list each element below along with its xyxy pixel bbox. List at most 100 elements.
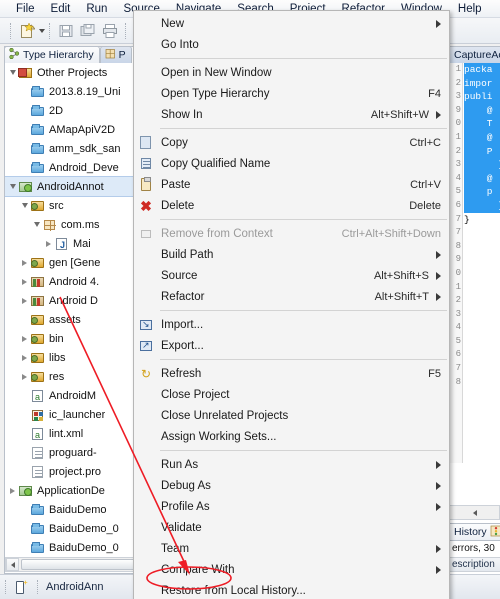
menu-item-delete[interactable]: ✖ Delete Delete	[134, 195, 449, 216]
project-tree[interactable]: Other Projects 2013.8.19_Uni 2D AMapApiV2D a…	[5, 63, 146, 557]
tree-item[interactable]: amm_sdk_san	[5, 139, 146, 158]
menu-run[interactable]: Run	[78, 0, 115, 18]
chevron-down-icon[interactable]	[39, 28, 45, 33]
expand-arrow-icon[interactable]	[19, 335, 30, 342]
menu-item-new[interactable]: New	[134, 13, 449, 34]
line-number: 8	[455, 240, 461, 251]
menu-help[interactable]: Help	[450, 0, 490, 18]
code-line: impor	[464, 76, 500, 91]
code-line: publi	[464, 90, 500, 104]
menu-item-restore-from-local-history[interactable]: Restore from Local History...	[134, 580, 449, 599]
menu-item-copy-qualified-name[interactable]: Copy Qualified Name	[134, 153, 449, 174]
tree-item[interactable]: Android_Deve	[5, 158, 146, 177]
menu-item-close-project[interactable]: Close Project	[134, 384, 449, 405]
tree-item[interactable]: 2D	[5, 101, 146, 120]
menu-item-refresh[interactable]: ↻ Refresh F5	[134, 363, 449, 384]
tree-item[interactable]: src	[5, 196, 146, 215]
tree-item[interactable]: 2013.8.19_Uni	[5, 82, 146, 101]
print-icon[interactable]	[100, 21, 120, 41]
tree-horizontal-scrollbar[interactable]	[5, 557, 146, 572]
tree-item[interactable]: Android 4.	[5, 272, 146, 291]
tree-item[interactable]: libs	[5, 348, 146, 367]
context-menu[interactable]: New Go Into Open in New Window Open Type Hi…	[133, 10, 450, 599]
tree-item[interactable]: proguard-	[5, 443, 146, 462]
scroll-left-icon[interactable]	[6, 558, 19, 571]
tree-item[interactable]: lint.xml	[5, 424, 146, 443]
expand-arrow-icon[interactable]	[7, 487, 18, 494]
tree-item[interactable]: AndroidAnnot	[5, 176, 146, 197]
new-icon[interactable]	[17, 21, 37, 41]
menu-item-copy[interactable]: Copy Ctrl+C	[134, 132, 449, 153]
tree-item[interactable]: com.ms	[5, 215, 146, 234]
collapse-arrow-icon[interactable]	[7, 70, 18, 75]
menu-item-label: Copy	[161, 136, 188, 149]
menu-item-run-as[interactable]: Run As	[134, 454, 449, 475]
menu-item-profile-as[interactable]: Profile As	[134, 496, 449, 517]
menu-item-assign-working-sets[interactable]: Assign Working Sets...	[134, 426, 449, 447]
expand-arrow-icon[interactable]	[19, 354, 30, 361]
menu-edit[interactable]: Edit	[43, 0, 79, 18]
collapse-arrow-icon[interactable]	[31, 222, 42, 227]
menu-item-show-in[interactable]: Show In Alt+Shift+W	[134, 104, 449, 125]
tree-item[interactable]: ic_launcher	[5, 405, 146, 424]
tab-type-hierarchy[interactable]: Type Hierarchy	[4, 46, 100, 63]
menu-item-source[interactable]: Source Alt+Shift+S	[134, 265, 449, 286]
tree-item[interactable]: assets	[5, 310, 146, 329]
menu-item-label: Refactor	[161, 290, 205, 303]
menu-item-build-path[interactable]: Build Path	[134, 244, 449, 265]
menu-item-shortcut: Alt+Shift+S	[373, 269, 429, 282]
menu-item-validate[interactable]: Validate	[134, 517, 449, 538]
save-all-icon[interactable]	[78, 21, 98, 41]
collapse-arrow-icon[interactable]	[7, 184, 18, 189]
collapse-arrow-icon[interactable]	[19, 203, 30, 208]
menu-file[interactable]: File	[8, 0, 43, 18]
menu-item-open-in-new-window[interactable]: Open in New Window	[134, 62, 449, 83]
tree-item[interactable]: Mai	[5, 234, 146, 253]
menu-item-team[interactable]: Team	[134, 538, 449, 559]
expand-arrow-icon[interactable]	[43, 240, 54, 247]
menu-item-import[interactable]: Import...	[134, 314, 449, 335]
expand-arrow-icon[interactable]	[19, 259, 30, 266]
bottom-view-tabs[interactable]: History	[449, 523, 500, 540]
library-icon	[30, 274, 46, 290]
tree-item[interactable]: project.pro	[5, 462, 146, 481]
tree-item-label: AMapApiV2D	[49, 123, 116, 136]
expand-arrow-icon[interactable]	[19, 373, 30, 380]
editor-tab[interactable]: CaptureAc	[449, 46, 500, 63]
tree-item[interactable]: BaiduDemo_0	[5, 519, 146, 538]
tab-package-explorer[interactable]: P	[99, 46, 132, 63]
line-number: 4	[455, 172, 461, 183]
editor-code-area[interactable]: packa impor publi @ T @ P } @ p }}	[464, 63, 500, 463]
menu-item-debug-as[interactable]: Debug As	[134, 475, 449, 496]
tree-item[interactable]: bin	[5, 329, 146, 348]
tree-item[interactable]: Other Projects	[5, 63, 146, 82]
tree-item[interactable]: res	[5, 367, 146, 386]
tree-item[interactable]: Android D	[5, 291, 146, 310]
tree-item-label: 2013.8.19_Uni	[49, 85, 121, 98]
line-number: 2	[455, 77, 461, 88]
menu-item-compare-with[interactable]: Compare With	[134, 559, 449, 580]
menu-item-label: Profile As	[161, 500, 210, 513]
menu-item-open-type-hierarchy[interactable]: Open Type Hierarchy F4	[134, 83, 449, 104]
menu-item-label: Restore from Local History...	[161, 584, 306, 597]
save-icon[interactable]	[56, 21, 76, 41]
expand-arrow-icon[interactable]	[19, 297, 30, 304]
menu-item-go-into[interactable]: Go Into	[134, 34, 449, 55]
editor-horizontal-scrollbar[interactable]	[449, 505, 500, 520]
tree-item[interactable]: gen [Gene	[5, 253, 146, 272]
menu-item-paste[interactable]: Paste Ctrl+V	[134, 174, 449, 195]
tree-item-label: bin	[49, 332, 64, 345]
menu-item-export[interactable]: Export...	[134, 335, 449, 356]
expand-arrow-icon[interactable]	[19, 278, 30, 285]
menu-item-refactor[interactable]: Refactor Alt+Shift+T	[134, 286, 449, 307]
xml-file-icon	[30, 426, 46, 442]
tree-item[interactable]: BaiduDemo_0	[5, 538, 146, 557]
problems-icon[interactable]	[490, 525, 500, 540]
other-projects-icon	[18, 65, 34, 81]
tree-item[interactable]: AMapApiV2D	[5, 120, 146, 139]
tree-item[interactable]: ApplicationDe	[5, 481, 146, 500]
scrollbar-thumb[interactable]	[21, 559, 143, 570]
menu-item-close-unrelated-projects[interactable]: Close Unrelated Projects	[134, 405, 449, 426]
tree-item[interactable]: BaiduDemo	[5, 500, 146, 519]
tree-item[interactable]: AndroidM	[5, 386, 146, 405]
